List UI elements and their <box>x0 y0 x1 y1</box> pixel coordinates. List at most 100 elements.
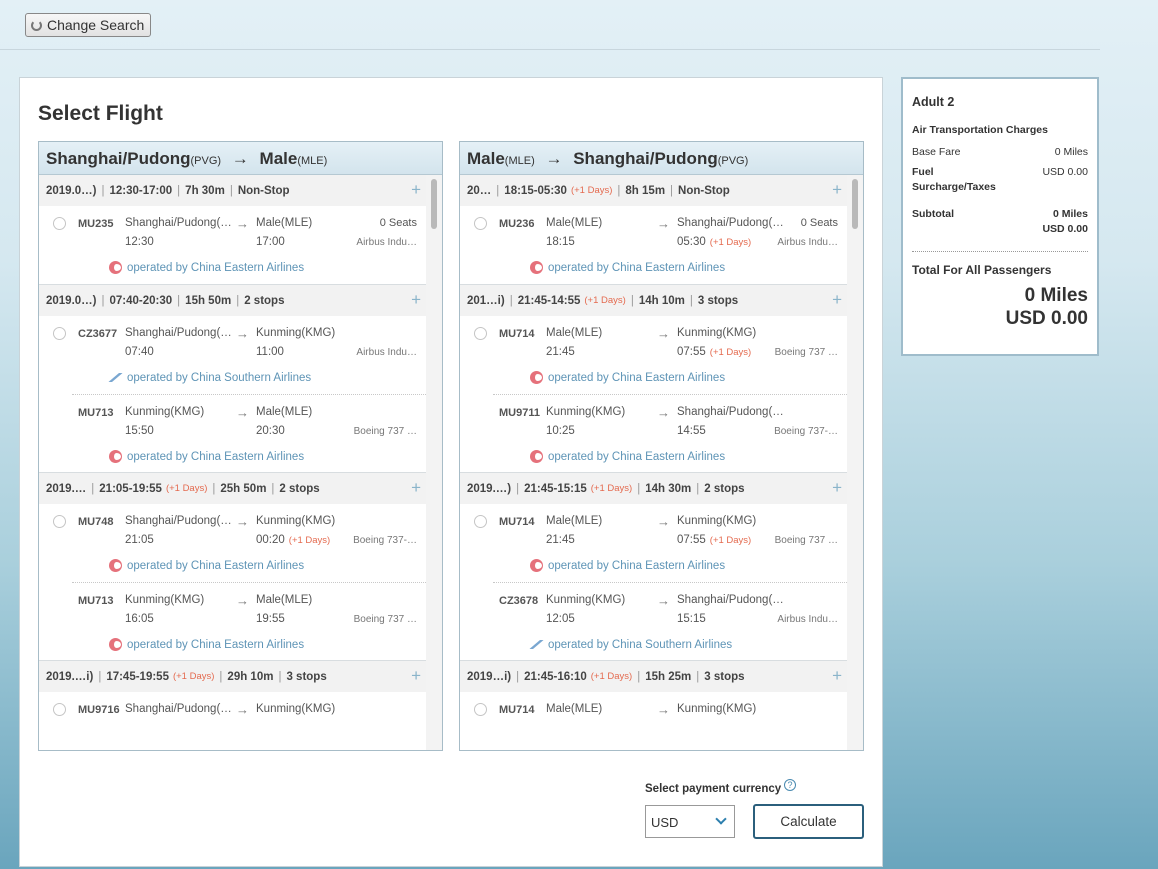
departure-city: Shanghai/Pudong(… <box>125 217 232 229</box>
help-icon[interactable]: ? <box>784 779 796 791</box>
flight-select-radio[interactable] <box>474 703 487 716</box>
flight-option-header: 20… | 18:15-05:30 (+1 Days) | 8h 15m | Non-Stop… <box>460 175 847 206</box>
currency-select[interactable]: USD <box>645 805 735 838</box>
flight-select-radio[interactable] <box>53 217 66 230</box>
calculate-button[interactable]: Calculate <box>753 804 864 839</box>
subtotal-row: Subtotal 0 Miles <box>912 208 1088 220</box>
total-miles: 0 Miles <box>1024 285 1088 306</box>
expand-plus-icon[interactable]: + <box>832 290 842 310</box>
separator: | <box>509 294 513 307</box>
departure-city: Male(MLE) <box>546 515 603 527</box>
flight-number: MU713 <box>78 595 114 607</box>
flight-number: MU748 <box>78 516 114 528</box>
arrival-time: 00:20 <box>256 534 285 546</box>
flight-stops: 2 stops <box>244 294 285 307</box>
operated-by-link[interactable]: operated by China Eastern Airlines <box>109 450 304 463</box>
expand-plus-icon[interactable]: + <box>832 666 842 686</box>
operated-by-link[interactable]: operated by China Eastern Airlines <box>530 371 725 384</box>
operated-by-link[interactable]: operated by China Eastern Airlines <box>530 450 725 463</box>
plus-days-badge: (+1 Days) <box>165 483 208 494</box>
operated-by-link[interactable]: operated by China Eastern Airlines <box>530 559 725 572</box>
flight-option: 2019.0…) | 12:30-17:00 | 7h 30m | Non-Stop + MU2… <box>39 175 426 285</box>
plus-days-badge: (+1 Days) <box>172 671 215 682</box>
flight-segment-content: CZ3677 Shanghai/Pudong(… 07:40 → Kunming(KMG… <box>39 316 426 394</box>
charges-section-title: Air Transportation Charges <box>912 124 1048 136</box>
outbound-scroll-thumb[interactable] <box>431 179 437 229</box>
inbound-scrollbar[interactable] <box>847 175 863 750</box>
flight-duration: 25h 50m <box>220 482 267 495</box>
operated-by-link[interactable]: operated by China Southern Airlines <box>109 371 311 384</box>
flight-select-radio[interactable] <box>53 515 66 528</box>
flight-select-radio[interactable] <box>474 217 487 230</box>
flight-number: MU9716 <box>78 704 120 716</box>
inbound-scroll-thumb[interactable] <box>852 179 858 229</box>
flight-date: 2019.… <box>46 482 87 495</box>
expand-plus-icon[interactable]: + <box>832 478 842 498</box>
flight-times: 18:15-05:30 <box>504 184 567 197</box>
fuel-row-2: Surcharge/Taxes <box>912 181 1088 193</box>
plus-days-badge: (+1 Days) <box>584 295 626 306</box>
outbound-to-city: Male <box>259 149 298 168</box>
departure-city: Male(MLE) <box>546 327 603 339</box>
flight-segment: MU9716 Shanghai/Pudong(… → Kunming(KMG) <box>39 692 426 750</box>
arrival-time: 15:15 <box>677 613 706 625</box>
operated-by-link[interactable]: operated by China Eastern Airlines <box>530 261 725 274</box>
flight-select-radio[interactable] <box>53 703 66 716</box>
flight-segment: MU714 Male(MLE) → Kunming(KMG) <box>460 692 847 750</box>
china-eastern-logo-icon <box>109 638 122 651</box>
flight-date: 2019…i) <box>467 670 512 683</box>
price-summary-panel: Adult 2 Air Transportation Charges Base … <box>901 77 1099 356</box>
operated-by-link[interactable]: operated by China Eastern Airlines <box>109 559 304 572</box>
arrival-time: 05:30 <box>677 236 706 248</box>
separator: | <box>516 670 520 683</box>
flight-option-header: 2019.0…) | 07:40-20:30 | 15h 50m | 2 stops + <box>39 285 426 316</box>
expand-plus-icon[interactable]: + <box>411 478 421 498</box>
flight-select-radio[interactable] <box>474 327 487 340</box>
departure-time: 12:05 <box>546 613 575 625</box>
operated-by-link[interactable]: operated by China Eastern Airlines <box>109 638 304 651</box>
china-eastern-logo-icon <box>109 559 122 572</box>
flight-select-radio[interactable] <box>53 327 66 340</box>
outbound-scrollbar[interactable] <box>426 175 442 750</box>
arrival-city: Kunming(KMG) <box>677 327 757 339</box>
fuel-row: Fuel USD 0.00 <box>912 166 1088 178</box>
expand-plus-icon[interactable]: + <box>411 180 421 200</box>
operated-by-link[interactable]: operated by China Eastern Airlines <box>109 261 304 274</box>
outbound-route: Shanghai/Pudong(PVG) → Male(MLE) 2019.0…… <box>38 141 443 751</box>
flight-stops: 2 stops <box>704 482 745 495</box>
flight-times: 17:45-19:55 <box>106 670 169 683</box>
segment-arrow-icon: → <box>236 405 249 420</box>
seats-available: 0 Seats <box>379 217 417 229</box>
china-southern-logo-icon <box>530 638 543 651</box>
operator-name: operated by China Eastern Airlines <box>127 638 305 651</box>
flight-number: MU714 <box>499 516 535 528</box>
separator: | <box>229 184 233 197</box>
segment-arrow-icon: → <box>236 514 249 529</box>
expand-plus-icon[interactable]: + <box>411 290 421 310</box>
outbound-flight-list[interactable]: 2019.0…) | 12:30-17:00 | 7h 30m | Non-Stop + MU2… <box>39 175 426 750</box>
change-search-button[interactable]: Change Search <box>25 13 152 37</box>
route-arrow-icon: → <box>231 149 249 168</box>
seats-available: 0 Seats <box>800 217 838 229</box>
flight-option-header: 201…i) | 21:45-14:55 (+1 Days) | 14h 10m | 3 st… <box>460 285 847 316</box>
china-eastern-logo-icon <box>530 261 543 274</box>
flight-times: 21:45-15:15 <box>524 482 587 495</box>
departure-city: Kunming(KMG) <box>546 594 626 606</box>
flight-select-radio[interactable] <box>474 515 487 528</box>
aircraft-type: Boeing 737 … <box>774 535 838 546</box>
expand-plus-icon[interactable]: + <box>832 180 842 200</box>
aircraft-type: Airbus Indu… <box>356 347 417 358</box>
separator: | <box>278 670 282 683</box>
arrival-city: Shanghai/Pudong(… <box>677 217 784 229</box>
aircraft-type: Airbus Indu… <box>356 237 417 248</box>
inbound-flight-list[interactable]: 20… | 18:15-05:30 (+1 Days) | 8h 15m | Non-Stop… <box>460 175 847 750</box>
departure-time: 10:25 <box>546 425 575 437</box>
flight-date: 2019.…i) <box>46 670 94 683</box>
operated-by-link[interactable]: operated by China Southern Airlines <box>530 638 732 651</box>
page-title: Select Flight <box>38 102 163 125</box>
arrival-city: Shanghai/Pudong(… <box>677 406 784 418</box>
operator-name: operated by China Eastern Airlines <box>548 261 726 274</box>
flight-option-header: 2019.… | 21:05-19:55 (+1 Days) | 25h 50m | 2 st… <box>39 473 426 504</box>
segment-arrow-icon: → <box>236 702 249 717</box>
expand-plus-icon[interactable]: + <box>411 666 421 686</box>
